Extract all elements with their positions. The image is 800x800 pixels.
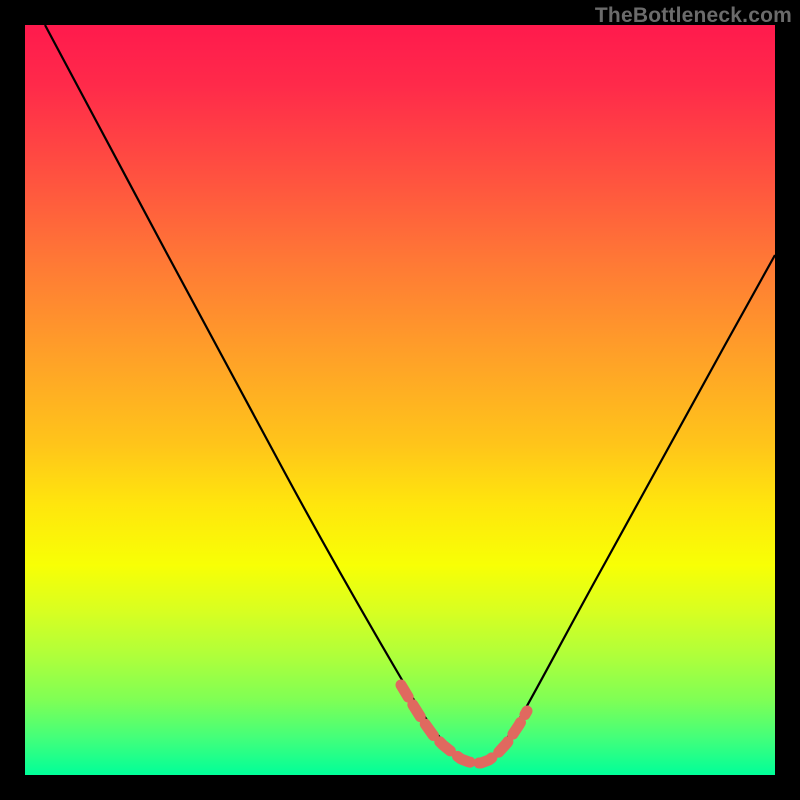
highlight-band (401, 685, 527, 763)
chart-container: TheBottleneck.com (0, 0, 800, 800)
bottleneck-curve (45, 25, 775, 764)
watermark-text: TheBottleneck.com (595, 4, 792, 28)
plot-area (25, 25, 775, 775)
curve-svg (25, 25, 775, 775)
